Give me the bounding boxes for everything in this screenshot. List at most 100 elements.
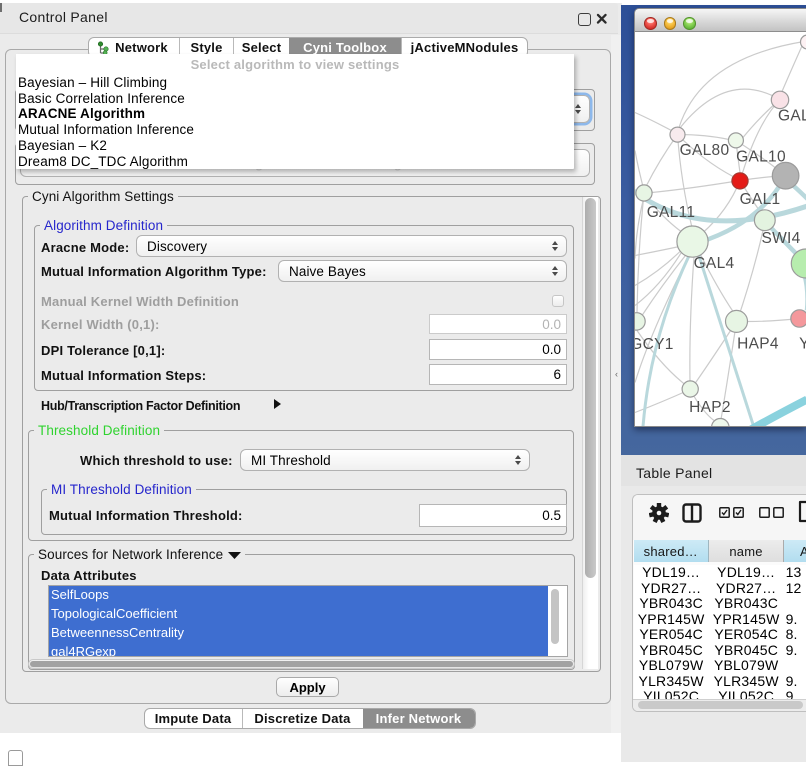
table-row-2[interactable]: YBR043CYBR043C [634,596,806,612]
network-node-GAL11[interactable] [636,185,652,201]
setting-label-1: Mutual Information Algorithm Type: [41,264,267,279]
hub-definition-label: Hub/Transcription Factor Definition [41,399,240,413]
cell-7-1: YLR345W [709,673,784,689]
sources-hscrollbar[interactable] [28,659,575,669]
table-row-6[interactable]: YBL079WYBL079W [634,658,806,674]
attribute-item-2[interactable]: BetweennessCentrality [49,623,548,642]
network-node-GAL10[interactable] [728,133,743,148]
cyni-algorithm-settings-title: Cyni Algorithm Settings [28,190,178,203]
unchecked-columns-icon[interactable] [759,507,784,518]
window-corner-notch [0,3,2,12]
table-header-row: shared… name A [634,540,806,562]
algorithm-option-3[interactable]: Mutual Information Inference [16,122,574,138]
network-node-14[interactable] [712,419,729,427]
threshold-combo[interactable]: MI Threshold [240,449,530,471]
table-panel-titlebar: Table Panel [621,455,806,486]
table-row-5[interactable]: YBR045CYBR045C9. [634,642,806,658]
setting-field-5[interactable]: 6 [429,364,567,385]
column-header-name[interactable]: name [709,540,784,562]
cell-6-1: YBL079W [709,657,784,673]
network-node-GAL4[interactable] [677,226,708,257]
network-graph: GALGAL80GAL10GAL1GAL11SWI4GAL4GCY1HAP4YH… [635,32,806,426]
network-canvas[interactable]: GALGAL80GAL10GAL1GAL11SWI4GAL4GCY1HAP4YH… [635,32,806,426]
attribute-item-1[interactable]: TopologicalCoefficient [49,604,548,623]
status-checkbox-icon[interactable] [8,750,23,766]
network-node-GCY1[interactable] [635,313,645,330]
network-edge-3 [678,89,780,130]
table-row-3[interactable]: YPR145WYPR145W9. [634,611,806,627]
algorithm-option-0[interactable]: Bayesian – Hill Climbing [16,75,574,91]
algorithm-option-4[interactable]: Bayesian – K2 [16,138,574,154]
cell-2-0: YBR043C [634,595,709,611]
network-node-GAL[interactable] [771,91,788,108]
sources-title-label: Sources for Network Inference [38,548,223,561]
network-node-SWI4[interactable] [754,210,775,231]
table-row-1[interactable]: YDR27…YDR27…12 [634,580,806,596]
document-icon[interactable] [798,500,806,523]
float-window-icon[interactable] [578,13,591,26]
cell-7-2: 9. [784,673,806,689]
network-edge-8 [646,135,678,187]
setting-field-4[interactable]: 0.0 [429,339,567,360]
cell-4-0: YER054C [634,626,709,642]
algorithm-dropdown-placeholder: Select algorithm to view settings [16,54,574,75]
gear-icon[interactable] [649,503,669,523]
algorithm-option-1[interactable]: Basic Correlation Inference [16,90,574,106]
table-hscrollbar[interactable] [633,699,806,711]
apply-button[interactable]: Apply [276,677,339,697]
sources-title: Sources for Network Inference [34,548,245,561]
setting-label-2: Manual Kernel Width Definition [41,294,239,309]
table-row-0[interactable]: YDL19…YDL19…13 [634,565,806,581]
tab-infer-network[interactable]: Infer Network [363,709,475,728]
cell-7-0: YLR345W [634,673,709,689]
setting-checkbox-2[interactable] [552,295,564,307]
column-header-third[interactable]: A [784,540,806,562]
close-icon[interactable] [596,13,608,25]
network-node-GAL1[interactable] [732,173,748,189]
hub-expand-icon[interactable] [273,397,282,415]
cell-5-2: 9. [784,642,806,658]
table-panel-title: Table Panel [636,465,712,481]
table-row-7[interactable]: YLR345WYLR345W9. [634,673,806,689]
setting-label-4: DPI Tolerance [0,1]: [41,343,165,358]
setting-field-3[interactable]: 0.0 [429,314,567,334]
network-node-Y[interactable] [791,310,806,327]
network-node-GAL80[interactable] [670,127,685,142]
setting-combo-0[interactable]: Discovery [136,235,567,257]
splitpane-gutter [611,35,622,733]
data-attributes-list[interactable]: SelfLoopsTopologicalCoefficientBetweenne… [48,585,568,657]
zoom-traffic-light-icon[interactable] [683,17,696,30]
settings-vscrollbar-thumb[interactable] [585,198,596,578]
table-hscrollbar-thumb[interactable] [638,701,803,709]
split-pane-icon[interactable] [682,503,702,523]
minimize-traffic-light-icon[interactable] [664,17,677,30]
setting-combo-1[interactable]: Naive Bayes [278,260,567,282]
column-header-shared-name[interactable]: shared… [634,540,710,562]
checked-columns-icon[interactable] [719,507,744,518]
node-label-SWI4: SWI4 [761,230,800,247]
sources-hscrollbar-thumb[interactable] [30,661,573,667]
mi-threshold-label: Mutual Information Threshold: [49,508,243,523]
attribute-item-0[interactable]: SelfLoops [49,586,548,605]
mi-threshold-title: MI Threshold Definition [47,483,196,496]
close-traffic-light-icon[interactable] [644,17,657,30]
attribute-item-3[interactable]: gal4RGexp [49,642,548,656]
network-node-HAP2[interactable] [682,381,698,397]
attributes-vscrollbar-thumb[interactable] [551,589,559,644]
mi-threshold-field[interactable]: 0.5 [419,504,567,527]
cell-5-0: YBR045C [634,642,709,658]
tab-impute-data[interactable]: Impute Data [145,709,242,728]
algorithm-option-5[interactable]: Dream8 DC_TDC Algorithm [16,153,574,169]
algorithm-option-2[interactable]: ARACNE Algorithm [16,106,574,122]
network-node-5[interactable] [772,162,799,189]
cell-0-1: YDL19… [709,564,784,580]
cell-1-1: YDR27… [709,580,784,596]
network-edge-31 [635,250,682,286]
network-node-HAP4[interactable] [726,310,748,332]
sources-collapse-icon[interactable] [228,548,241,561]
cell-3-2: 9. [784,611,806,627]
tab-discretize-data[interactable]: Discretize Data [242,709,363,728]
table-row-4[interactable]: YER054CYER054C8. [634,627,806,643]
node-label-GAL10: GAL10 [736,149,786,166]
cell-4-1: YER054C [709,626,784,642]
